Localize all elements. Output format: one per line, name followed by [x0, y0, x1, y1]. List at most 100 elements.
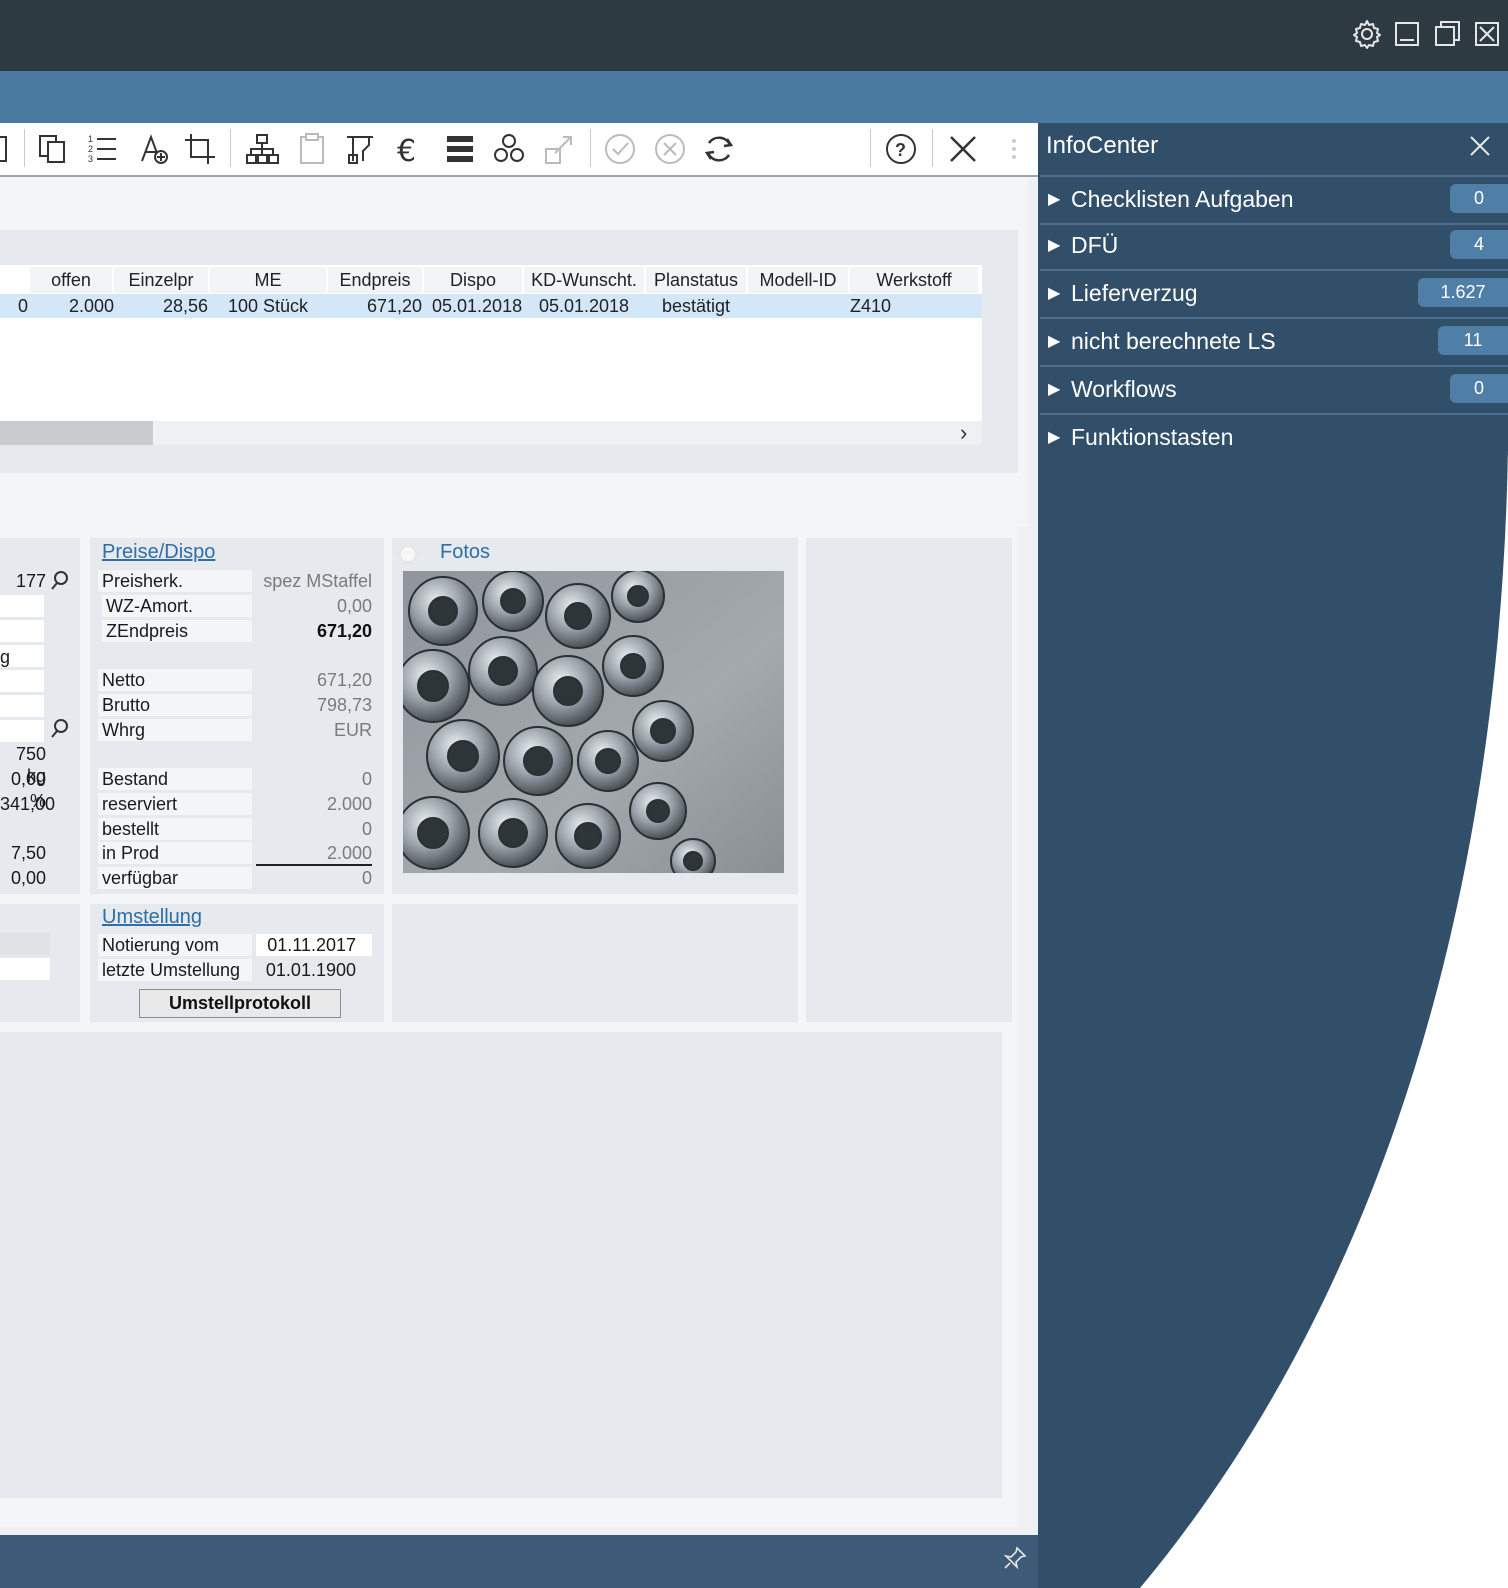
restore-icon[interactable]	[1432, 18, 1464, 50]
value-whrg: EUR	[333, 720, 372, 740]
infocenter-item-checklisten[interactable]: ▶ Checklisten Aufgaben 0	[1040, 175, 1508, 225]
label-bestellt: bestellt	[98, 818, 252, 840]
infocenter-item-label: nicht berechnete LS	[1071, 328, 1276, 354]
umstellung-title[interactable]: Umstellung	[102, 906, 202, 929]
column-header-offen[interactable]: offen	[30, 267, 112, 293]
left-value-number: 177	[15, 571, 46, 591]
close-window-icon[interactable]	[1472, 18, 1508, 50]
euro-icon[interactable]: €	[392, 131, 428, 169]
copy-icon[interactable]	[35, 131, 71, 167]
left-lower-field[interactable]	[0, 933, 50, 955]
value-verfuegbar: 0	[361, 868, 372, 888]
refresh-icon[interactable]	[701, 131, 737, 167]
column-header-endpreis[interactable]: Endpreis	[328, 267, 422, 293]
machine-icon[interactable]	[343, 131, 379, 167]
cell-offen: 2.000	[68, 296, 114, 316]
stack-icon[interactable]	[442, 131, 478, 167]
minimize-icon[interactable]	[1392, 18, 1424, 50]
toolbar-separator	[932, 129, 933, 167]
svg-text:€: €	[397, 134, 416, 167]
column-header-dispo[interactable]: Dispo	[424, 267, 522, 293]
help-icon[interactable]: ?	[883, 131, 919, 167]
column-header-kd-wunscht[interactable]: KD-Wunscht.	[524, 267, 644, 293]
module-header-bar	[0, 71, 1508, 123]
cell-me: 100 Stück	[228, 296, 309, 316]
left-lower-field[interactable]	[0, 958, 50, 980]
bottom-panel	[0, 1032, 1002, 1498]
product-photo[interactable]	[403, 571, 784, 873]
infocenter-item-lieferverzug[interactable]: ▶ Lieferverzug 1.627	[1040, 271, 1508, 319]
column-header-me[interactable]: ME	[210, 267, 326, 293]
settings-icon[interactable]	[1351, 18, 1383, 50]
pin-icon[interactable]	[1002, 1545, 1028, 1576]
crop-icon[interactable]	[182, 131, 218, 167]
column-header-planstatus[interactable]: Planstatus	[646, 267, 746, 293]
svg-text:?: ?	[895, 140, 906, 160]
scrollbar-thumb[interactable]	[0, 421, 153, 445]
label-zendpreis: ZEndpreis	[102, 620, 252, 642]
left-value-percent: 0,00 %	[10, 769, 46, 811]
empty-panel	[392, 904, 798, 1022]
value-zendpreis: 671,20	[316, 621, 372, 641]
cancel-circle-icon[interactable]	[652, 131, 688, 167]
preise-dispo-title[interactable]: Preise/Dispo	[102, 541, 215, 564]
label-reserviert: reserviert	[98, 793, 252, 815]
scroll-right-arrow[interactable]: ›	[960, 420, 967, 446]
infocenter-item-funktionstasten[interactable]: ▶ Funktionstasten	[1040, 415, 1508, 461]
left-value-weight: 750 kg	[15, 744, 46, 786]
label-netto: Netto	[98, 669, 252, 691]
infocenter-item-workflows[interactable]: ▶ Workflows 0	[1040, 367, 1508, 415]
value-brutto: 798,73	[316, 695, 372, 715]
document-icon[interactable]	[0, 131, 22, 167]
cell-col0: 0	[17, 296, 28, 316]
label-whrg: Whrg	[98, 719, 252, 741]
count-badge: 4	[1450, 230, 1508, 259]
svg-text:3: 3	[88, 154, 93, 164]
left-field[interactable]	[0, 720, 44, 742]
column-header-modell-id[interactable]: Modell-ID	[748, 267, 848, 293]
title-bar	[0, 0, 1508, 71]
left-field[interactable]	[0, 670, 44, 692]
label-verfuegbar: verfügbar	[98, 867, 252, 889]
cubes-icon[interactable]	[491, 131, 527, 167]
check-circle-icon[interactable]	[602, 131, 638, 167]
column-header-einzelpr[interactable]: Einzelpr	[114, 267, 208, 293]
more-icon[interactable]	[996, 131, 1028, 167]
label-letzte-umstellung: letzte Umstellung	[98, 959, 252, 981]
search-icon[interactable]	[50, 570, 70, 597]
value-netto: 671,20	[316, 670, 372, 690]
value-letzte-umstellung: 01.01.1900	[265, 960, 356, 980]
camera-icon[interactable]	[398, 544, 418, 569]
value-notierung-vom: 01.11.2017	[267, 935, 356, 955]
cell-endpreis: 671,20	[366, 296, 422, 316]
infocenter-item-dfue[interactable]: ▶ DFÜ 4	[1040, 223, 1508, 271]
infocenter-close-icon[interactable]	[1468, 134, 1492, 163]
cell-planstatus: bestätigt	[661, 296, 731, 316]
add-text-icon[interactable]	[137, 131, 173, 167]
expand-triangle-icon: ▶	[1048, 191, 1061, 208]
label-notierung-vom: Notierung vom	[98, 934, 252, 956]
left-field[interactable]	[0, 620, 44, 642]
infocenter-item-label: DFÜ	[1071, 232, 1119, 258]
expand-triangle-icon: ▶	[1048, 285, 1061, 302]
column-header-werkstoff[interactable]: Werkstoff	[850, 267, 978, 293]
left-field[interactable]	[0, 695, 44, 717]
status-bar	[0, 1535, 1038, 1588]
value-in-prod: 2.000	[326, 843, 372, 863]
infocenter-item-nicht-berechnete-ls[interactable]: ▶ nicht berechnete LS 11	[1040, 319, 1508, 367]
left-value-unit: g	[0, 647, 11, 667]
infocenter-title: InfoCenter	[1046, 132, 1159, 159]
value-wz-amort: 0,00	[336, 596, 372, 616]
hierarchy-icon[interactable]	[244, 131, 280, 167]
svg-text:2: 2	[88, 144, 93, 154]
label-brutto: Brutto	[98, 694, 252, 716]
umstellprotokoll-button[interactable]: Umstellprotokoll	[139, 989, 341, 1018]
infocenter-item-label: Funktionstasten	[1071, 424, 1234, 450]
left-field[interactable]	[0, 595, 44, 617]
numbered-list-icon[interactable]: 123	[84, 131, 120, 167]
count-badge: 11	[1438, 326, 1508, 355]
search-icon[interactable]	[50, 718, 70, 745]
close-icon[interactable]	[945, 131, 981, 167]
export-icon[interactable]	[541, 131, 577, 167]
clipboard-icon[interactable]	[294, 131, 330, 167]
